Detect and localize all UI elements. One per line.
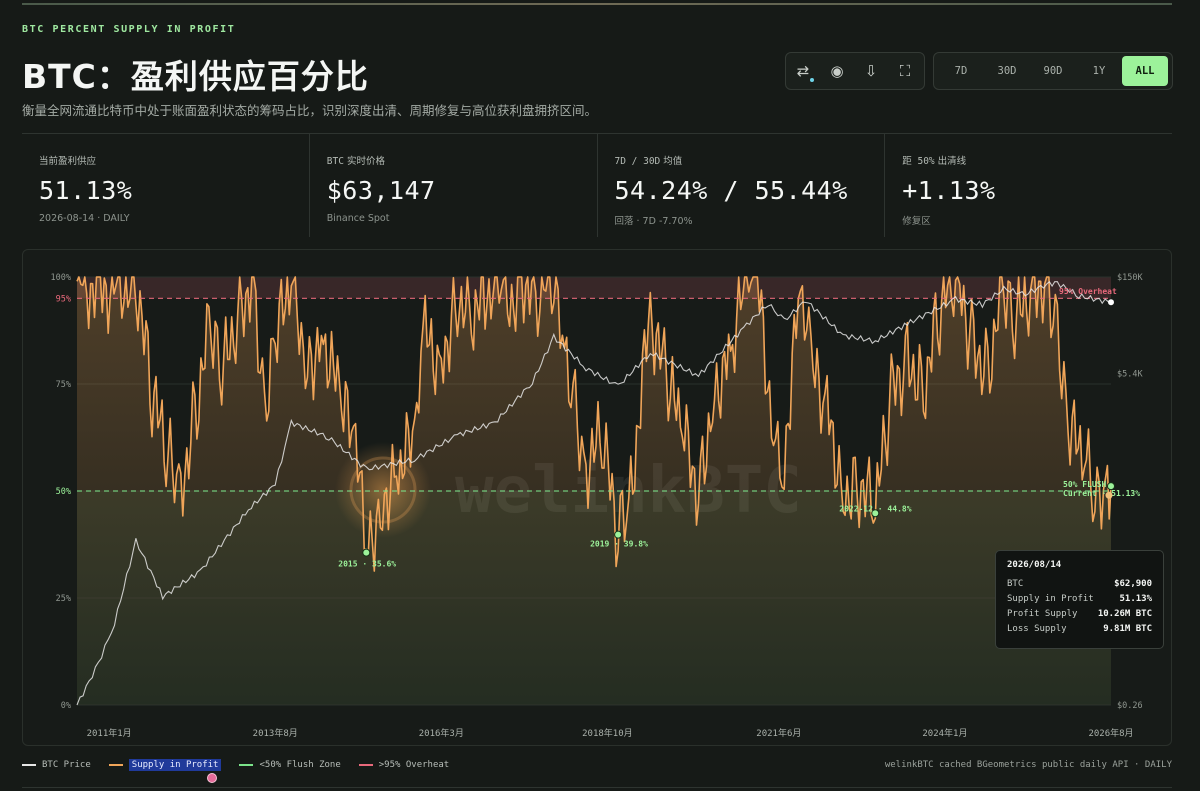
legend-item-supply-in-profit[interactable]: Supply in Profit	[108, 759, 222, 771]
cycle-low-label: 2015 · 35.6%	[338, 560, 396, 569]
y-left-tick-label: 75%	[56, 380, 71, 390]
stat-sub: 2026-08-14 · DAILY	[39, 213, 130, 224]
supply-in-profit-chart[interactable]: welinkBTC100%95%75%50%25%0%$150K$5.4K$0.…	[23, 250, 1172, 746]
current-supply-endpoint	[1105, 491, 1113, 499]
range-selector: 7D 30D 90D 1Y ALL	[933, 52, 1173, 90]
legend-item-overheat[interactable]: >95% Overheat	[358, 760, 449, 770]
y-right-tick-label: $150K	[1117, 273, 1143, 283]
data-source-credit: welinkBTC cached BGeometrics public dail…	[884, 760, 1172, 770]
range-all-button[interactable]: ALL	[1122, 56, 1168, 86]
record-icon[interactable]: ◉	[820, 53, 854, 89]
chart-tools: ⇄ ◉ ⇩ ⛶	[785, 52, 925, 90]
page-subtitle: 衡量全网流通比特币中处于账面盈利状态的筹码占比，识别深度出清、周期修复与高位获利…	[22, 103, 598, 118]
chart-tooltip: 2026/08/14 BTC $62,900 Supply in Profit 51…	[995, 550, 1164, 649]
tooltip-row: Profit Supply 10.26M BTC	[1007, 609, 1152, 619]
cursor-indicator	[207, 773, 217, 783]
stat-sub: Binance Spot	[326, 213, 390, 224]
x-tick-label: 2026年8月	[1088, 727, 1133, 739]
swap-icon[interactable]: ⇄	[786, 53, 820, 89]
x-tick-label: 2018年10月	[582, 727, 633, 739]
page-title: BTC：盈利供应百分比	[22, 57, 369, 96]
legend-item-flush-zone[interactable]: <50% Flush Zone	[239, 760, 341, 770]
stat-card-flush-distance: 距 50% 出清线 +1.13% 修复区	[885, 134, 1172, 237]
top-accent-line	[22, 3, 1172, 5]
flush-annotation: 50% FLUSH	[1063, 480, 1107, 489]
y-left-tick-label: 50%	[56, 487, 71, 497]
x-tick-label: 2021年6月	[756, 727, 801, 739]
stat-sub: 回落 · 7D -7.70%	[614, 216, 693, 227]
stat-label: 距 50% 出清线	[902, 156, 967, 167]
cycle-low-label: 2019 · 39.8%	[590, 540, 648, 549]
stat-label: BTC 实时价格	[326, 156, 385, 167]
stat-value: 51.13%	[39, 176, 133, 205]
stat-card-current-supply: 当前盈利供应 51.13% 2026-08-14 · DAILY	[22, 134, 310, 237]
stat-card-btc-price: BTC 实时价格 $63,147 Binance Spot	[310, 134, 598, 237]
y-left-tick-label: 100%	[51, 273, 71, 283]
overheat-annotation: 95% Overheat	[1059, 287, 1117, 296]
y-right-tick-label: $0.26	[1117, 701, 1143, 711]
divider	[22, 787, 1172, 788]
stat-value: 54.24% / 55.44%	[614, 176, 848, 205]
range-30d-button[interactable]: 30D	[984, 56, 1030, 86]
download-icon[interactable]: ⇩	[854, 53, 888, 89]
cycle-low-marker	[362, 548, 371, 557]
tooltip-date: 2026/08/14	[1007, 560, 1062, 570]
y-left-tick-label: 95%	[56, 294, 71, 304]
y-left-tick-label: 0%	[61, 701, 71, 711]
stat-value: $63,147	[326, 176, 436, 205]
eyebrow-label: BTC PERCENT SUPPLY IN PROFIT	[22, 24, 236, 35]
x-tick-label: 2016年3月	[419, 727, 464, 739]
y-right-tick-label: $5.4K	[1117, 370, 1143, 380]
legend-item-btc-price[interactable]: BTC Price	[22, 760, 91, 770]
tooltip-row: BTC $62,900	[1007, 579, 1152, 589]
range-1y-button[interactable]: 1Y	[1076, 56, 1122, 86]
stat-value: +1.13%	[902, 176, 996, 205]
cycle-low-label: 2022-12 · 44.8%	[839, 504, 911, 513]
btc-price-endpoint	[1108, 299, 1114, 306]
stat-sub: 修复区	[902, 216, 931, 227]
current-annotation: Current · 51.13%	[1063, 489, 1140, 498]
cycle-low-marker	[614, 530, 623, 539]
x-tick-label: 2013年8月	[253, 727, 298, 739]
x-tick-label: 2011年1月	[87, 727, 132, 739]
stat-card-averages: 7D / 30D 均值 54.24% / 55.44% 回落 · 7D -7.7…	[598, 134, 886, 237]
stat-label: 7D / 30D 均值	[614, 156, 683, 167]
range-7d-button[interactable]: 7D	[938, 56, 984, 86]
tooltip-row: Supply in Profit 51.13%	[1007, 594, 1152, 604]
stat-label: 当前盈利供应	[39, 156, 97, 167]
tooltip-row: Loss Supply 9.81M BTC	[1007, 624, 1152, 634]
chart-panel[interactable]: welinkBTC 100% 95% 75% 50% 25% 0% $150K $5.4K $0.…	[22, 249, 1172, 746]
chart-legend: BTC Price Supply in Profit <50% Flush Zo…	[22, 756, 1172, 774]
fullscreen-icon[interactable]: ⛶	[888, 53, 922, 89]
stats-row: 当前盈利供应 51.13% 2026-08-14 · DAILY BTC 实时价…	[22, 134, 1172, 237]
x-tick-label: 2024年1月	[922, 727, 967, 739]
range-90d-button[interactable]: 90D	[1030, 56, 1076, 86]
y-left-tick-label: 25%	[56, 594, 71, 604]
